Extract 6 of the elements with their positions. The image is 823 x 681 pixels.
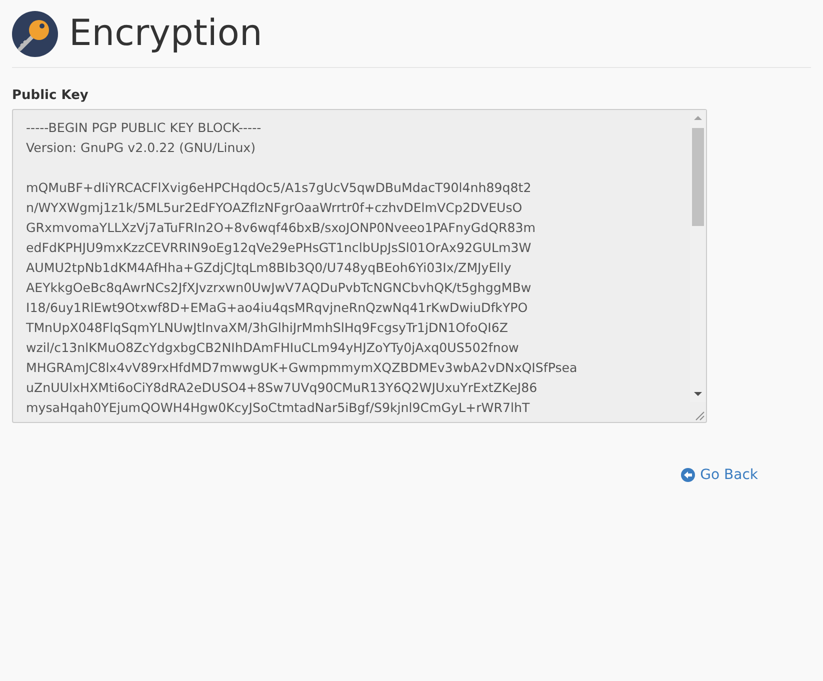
field-label: Public Key — [12, 88, 90, 103]
go-back-link[interactable]: Go Back — [681, 467, 758, 483]
public-key-field[interactable]: -----BEGIN PGP PUBLIC KEY BLOCK----- Version: GnuPG v2.0.22 (GNU/Linux) mQMuBF+dIiYRCACFlXvig6eHPCHqdOc5/A1s7gUcV5qwDBuMdacT90l4nh89q8t2 n/WYXWgmj1z1k/5ML5ur2EdFYOAZfIzNFgrOaaWrrtr0f+czhvDElmVCp2DVEUsO GRxmvomaYLLXzVj7aTuFRIn2O+8v6wqf46bxB/sxoJONP0Nveeo1PAFnyGdQR83m edFdKPHJU9mxKzzCEVRRIN9oEg12qVe29ePHsGT1nclbUpJsSl01OrAx92GULm3W AUMU2tpNb1dKM4AfHha+GZdjCJtqLm8BIb3Q0/U748yqBEoh6Yi03Ix/ZMJyElIy AEYkkgOeBc8qAwrNCs2JfXJvzrxwn0UwJwV7AQDuPvbTcNGNCbvhQK/t5ghggMBw I18/6uy1RlEwt9Otxwf8D+EMaG+ao4iu4qsMRqvjneRnQzwNq41rKwDwiuDfkYPO TMnUpX048FlqSqmYLNUwJtlnvaXM/3hGlhiJrMmhSlHq9FcgsyTr1jDN1OfoQI6Z wzil/c13nlKMuO8ZcYdgxbgCB2NIhDAmFHIuCLm94yHJZoYTy0jAxq0US502fnow MHGRAmJC8lx4vV89rxHfdMD7mwwgUK+GwmpmmymXQZBDMEv3wbA2vDNxQISfPsea uZnUUlxHXMti6oCiY8dRA2eDUSO4+8Sw7UVq90CMuR13Y6Q2WJUxuYrExtZKeJ86 mysaHqah0YEjumQOWH4Hgw0KcyJSoCtmtadNar5iBgf/S9kjnl9CmGyL+rWR7lhT — [12, 109, 707, 423]
page-title: Encryption — [69, 12, 262, 56]
resize-grip-icon[interactable] — [693, 409, 705, 421]
key-icon — [12, 11, 58, 57]
